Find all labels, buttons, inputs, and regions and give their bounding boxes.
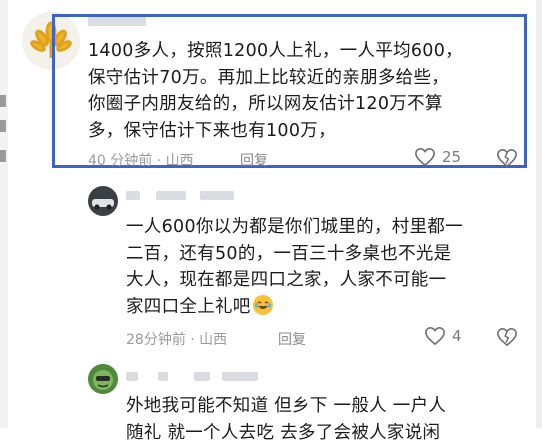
laugh-emoji-icon (253, 295, 273, 315)
like-count: 25 (442, 148, 461, 166)
comment-line-text: 家四口全上礼吧 (126, 297, 251, 317)
edge-mark (0, 95, 6, 107)
like-icon (414, 147, 436, 167)
comment-line: 一人600你以为都是你们城里的，村里都一 (126, 214, 463, 241)
username-blurred (156, 191, 186, 200)
comment-text: 一人600你以为都是你们城里的，村里都一 二百，还有50的，一百三十多桌也不光是… (126, 214, 463, 320)
like-count: 4 (452, 327, 462, 345)
reply-button[interactable]: 回复 (278, 329, 306, 349)
comment-line: 随礼 就一个人去吃 去多了会被人家说闲 (126, 420, 446, 446)
avatar[interactable] (88, 186, 118, 216)
avatar[interactable] (88, 364, 118, 394)
comment-line: 保守估计70万。再加上比较近的亲朋多给些， (88, 65, 463, 92)
edge-mark (0, 120, 6, 132)
comment-text: 1400多人，按照1200人上礼，一人平均600， 保守估计70万。再加上比较近… (88, 38, 463, 144)
edge-mark (0, 150, 6, 162)
comment-line: 外地我可能不知道 但乡下 一般人 一户人 (126, 393, 446, 420)
dislike-icon (496, 327, 518, 347)
dislike-icon (496, 148, 518, 168)
like-icon (424, 326, 446, 346)
username-blurred (222, 372, 258, 381)
reply-button[interactable]: 回复 (240, 150, 268, 170)
comment-line: 1400多人，按照1200人上礼，一人平均600， (88, 38, 463, 65)
dislike-button[interactable] (496, 148, 518, 168)
comment-line: 大人，现在都是四口之家，人家不可能一 (126, 267, 463, 294)
username-blurred (200, 191, 234, 200)
username-blurred (126, 372, 138, 381)
right-edge-strip (536, 0, 542, 428)
comment-line: 二百，还有50的，一百三十多桌也不光是 (126, 241, 463, 268)
like-button[interactable]: 4 (424, 326, 462, 346)
username-blurred (126, 191, 140, 200)
username-blurred (158, 372, 168, 381)
comment-line: 多，保守估计下来也有100万， (88, 118, 463, 145)
left-edge-strip (0, 0, 8, 428)
comment-meta: 28分钟前 · 山西 (126, 329, 227, 349)
dislike-button[interactable] (496, 327, 518, 347)
comment-text: 外地我可能不知道 但乡下 一般人 一户人 随礼 就一个人去吃 去多了会被人家说闲 (126, 393, 446, 446)
comment-meta: 40 分钟前 · 山西 (88, 150, 194, 170)
comment-line: 你圈子内朋友给的，所以网友估计120万不算 (88, 91, 463, 118)
username-blurred (194, 372, 210, 381)
like-button[interactable]: 25 (414, 147, 461, 167)
comment-line: 家四口全上礼吧 (126, 294, 463, 321)
